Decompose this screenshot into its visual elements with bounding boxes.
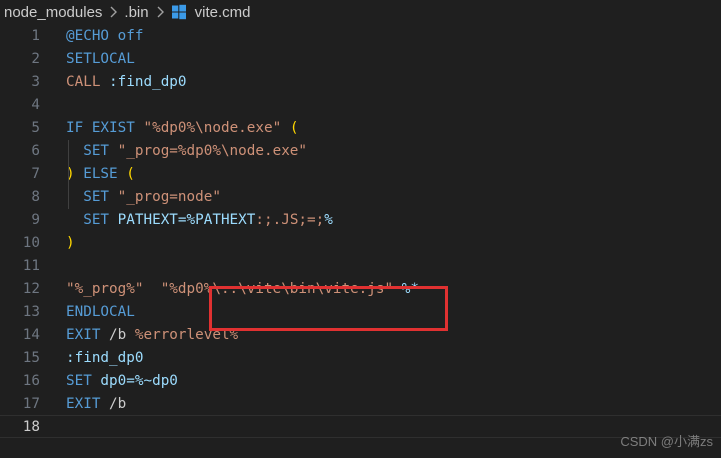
- code-token: %: [324, 211, 333, 228]
- code-line[interactable]: 15 :find_dp0: [0, 346, 721, 369]
- line-number: 7: [31, 165, 40, 182]
- code-token: CALL: [66, 73, 101, 90]
- code-token: %PATHEXT: [186, 211, 256, 228]
- code-token: (: [126, 165, 135, 182]
- code-token: IF: [66, 119, 84, 136]
- code-text: SET "_prog=%dp0%\node.exe": [66, 139, 307, 162]
- code-text: SET dp0= %~dp0: [66, 369, 178, 392]
- code-line[interactable]: 8 SET "_prog=node": [0, 185, 721, 208]
- line-number: 6: [31, 142, 40, 159]
- line-number: 3: [31, 73, 40, 90]
- code-token: "_prog=node": [109, 188, 221, 205]
- line-number: 12: [22, 280, 40, 297]
- code-line[interactable]: 1 @ECHO off: [0, 24, 721, 47]
- code-token: dp0=: [91, 372, 135, 389]
- code-token: /b: [100, 326, 135, 343]
- code-line[interactable]: 16 SET dp0= %~dp0: [0, 369, 721, 392]
- line-number: 4: [31, 96, 40, 113]
- code-token: SET: [83, 142, 110, 159]
- code-text: CALL :find_dp0: [66, 70, 187, 93]
- code-token: /b: [100, 395, 127, 412]
- code-text: :find_dp0: [66, 346, 143, 369]
- windows-file-icon: [171, 4, 187, 20]
- code-token: ELSE: [83, 165, 118, 182]
- code-text: SET PATHEXT= %PATHEXT:;.JS;=;%: [66, 208, 333, 231]
- code-line[interactable]: 3 CALL :find_dp0: [0, 70, 721, 93]
- code-editor[interactable]: 1 @ECHO off 2 SETLOCAL 3 CALL :find_dp0 4 5 IF E…: [0, 24, 721, 458]
- code-token: "%dp0%: [160, 280, 213, 297]
- line-number: 15: [22, 349, 40, 366]
- code-text: ENDLOCAL: [66, 300, 135, 323]
- code-line[interactable]: 17 EXIT /b: [0, 392, 721, 415]
- code-token: \node.exe": [195, 119, 282, 136]
- line-number: 18: [22, 418, 40, 435]
- code-line[interactable]: 9 SET PATHEXT= %PATHEXT:;.JS;=;%: [0, 208, 721, 231]
- code-text: IF EXIST "%dp0% \node.exe" (: [66, 116, 298, 139]
- breadcrumb-item-node-modules[interactable]: node_modules: [4, 4, 102, 21]
- code-line[interactable]: 7 ) ELSE (: [0, 162, 721, 185]
- code-line[interactable]: 4: [0, 93, 721, 116]
- line-number: 9: [31, 211, 40, 228]
- breadcrumb-item-bin[interactable]: .bin: [124, 4, 148, 21]
- line-number: 14: [22, 326, 40, 343]
- code-token: PATHEXT=: [109, 211, 187, 228]
- code-text: ): [66, 231, 75, 254]
- line-number: 16: [22, 372, 40, 389]
- code-token: :find_dp0: [66, 349, 144, 366]
- code-text: EXIT /b: [66, 392, 126, 415]
- code-text: SETLOCAL: [66, 47, 135, 70]
- indent-guide: [68, 140, 69, 209]
- code-text: @ECHO off: [66, 24, 143, 47]
- chevron-right-icon: [108, 6, 118, 18]
- code-line[interactable]: 11: [0, 254, 721, 277]
- code-token: "_prog=%dp0%\node.exe": [109, 142, 308, 159]
- code-token: EXIST: [91, 119, 135, 136]
- code-line[interactable]: 2 SETLOCAL: [0, 47, 721, 70]
- watermark: CSDN @小满zs: [620, 434, 713, 449]
- code-token: ENDLOCAL: [66, 303, 135, 320]
- code-token: SET: [66, 372, 92, 389]
- code-token: EXIT: [66, 326, 101, 343]
- code-token: ): [66, 234, 75, 251]
- line-number: 1: [31, 27, 40, 44]
- line-number: 5: [31, 119, 40, 136]
- code-text: SET "_prog=node": [66, 185, 221, 208]
- code-line[interactable]: 5 IF EXIST "%dp0% \node.exe" (: [0, 116, 721, 139]
- code-token: %~dp0: [134, 372, 178, 389]
- line-number: 10: [22, 234, 40, 251]
- code-text: ) ELSE (: [66, 162, 135, 185]
- code-token: EXIT: [66, 395, 101, 412]
- code-token: :find_dp0: [109, 73, 187, 90]
- code-line[interactable]: 6 SET "_prog=%dp0%\node.exe": [0, 139, 721, 162]
- code-token: :;.JS;=;: [255, 211, 325, 228]
- code-line[interactable]: 10): [0, 231, 721, 254]
- code-line[interactable]: 18: [0, 415, 721, 438]
- code-token: (: [289, 119, 299, 136]
- breadcrumb: node_modules .bin vite.cmd: [0, 0, 721, 24]
- highlight-box: [209, 286, 448, 331]
- line-number: 2: [31, 50, 40, 67]
- code-token: SETLOCAL: [66, 50, 135, 67]
- line-number: 17: [22, 395, 40, 412]
- line-number: 8: [31, 188, 40, 205]
- code-token: SET: [83, 211, 110, 228]
- code-token: "%_prog%": [66, 280, 144, 297]
- line-number: 11: [22, 257, 40, 274]
- line-number: 13: [22, 303, 40, 320]
- code-token: SET: [83, 188, 110, 205]
- chevron-right-icon: [155, 6, 165, 18]
- code-token: @ECHO off: [66, 27, 144, 44]
- breadcrumb-item-file[interactable]: vite.cmd: [195, 4, 251, 21]
- code-token: "%dp0%: [134, 119, 196, 136]
